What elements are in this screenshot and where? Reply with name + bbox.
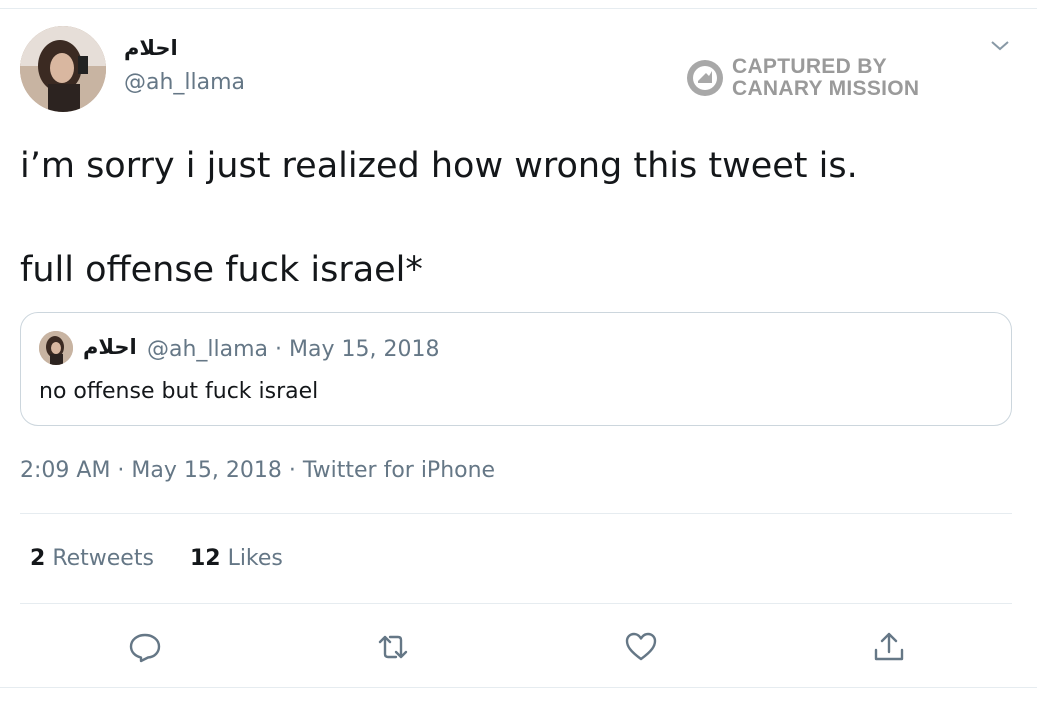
share-button[interactable] (870, 628, 908, 666)
quoted-avatar-photo (39, 331, 73, 365)
timestamp-time-date[interactable]: 2:09 AM · May 15, 2018 · (20, 458, 303, 483)
retweets-label: Retweets (52, 546, 154, 571)
retweets-stat[interactable]: 2 Retweets (30, 546, 154, 571)
tweet-stats: 2 Retweets 12 Likes (30, 546, 283, 571)
retweet-icon (378, 635, 408, 659)
retweet-button[interactable] (374, 628, 412, 666)
tweet-source[interactable]: Twitter for iPhone (303, 458, 495, 483)
reply-button[interactable] (126, 628, 164, 666)
avatar-photo (20, 26, 106, 112)
tweet-timestamp: 2:09 AM · May 15, 2018 · Twitter for iPh… (20, 458, 495, 483)
quoted-tweet-text: no offense but fuck israel (39, 379, 319, 404)
tweet-text-line-1: i’m sorry i just realized how wrong this… (20, 146, 858, 186)
like-button[interactable] (622, 628, 660, 666)
watermark-line-1: CAPTURED BY (732, 55, 887, 78)
tweet-text-line-2: full offense fuck israel* (20, 250, 423, 290)
likes-stat[interactable]: 12 Likes (190, 546, 283, 571)
likes-count: 12 (189, 546, 221, 571)
author-handle[interactable]: @ah_llama (124, 70, 245, 95)
bottom-divider (0, 687, 1037, 688)
reply-icon (129, 633, 161, 663)
quoted-meta: @ah_llama · May 15, 2018 (147, 337, 440, 362)
quoted-tweet-card[interactable]: احلام @ah_llama · May 15, 2018 no offens… (20, 312, 1012, 426)
quoted-avatar (39, 331, 73, 365)
author-display-name[interactable]: احلام (124, 36, 178, 60)
quoted-display-name: احلام (83, 335, 137, 359)
likes-label: Likes (227, 546, 283, 571)
chevron-down-icon[interactable] (988, 36, 1012, 56)
heart-icon (625, 632, 657, 661)
canary-mission-watermark: CAPTURED BY CANARY MISSION (686, 56, 919, 100)
canary-logo-icon (687, 60, 723, 96)
retweets-count: 2 (30, 546, 46, 571)
watermark-line-2: CANARY MISSION (732, 77, 920, 100)
avatar[interactable] (20, 26, 106, 112)
divider (20, 513, 1012, 514)
top-divider (0, 8, 1037, 9)
divider (20, 603, 1012, 604)
share-icon (874, 632, 904, 661)
